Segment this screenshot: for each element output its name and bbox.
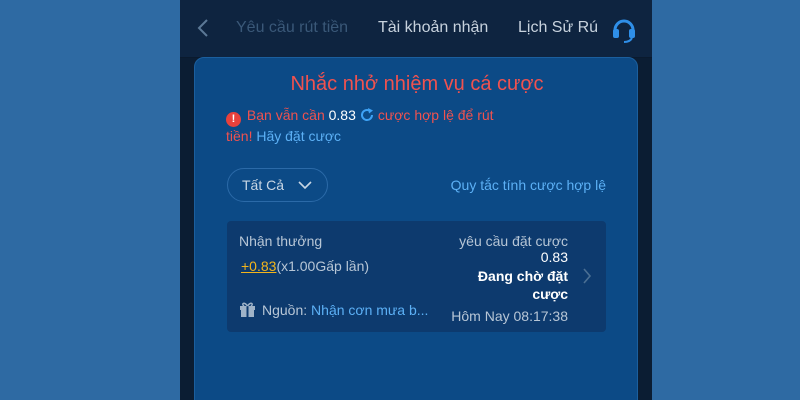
bet-requirement-value: 0.83 <box>540 249 568 265</box>
tab-receiving-account[interactable]: Tài khoản nhận <box>378 18 488 38</box>
record-timestamp: Hôm Nay 08:17:38 <box>451 308 568 324</box>
filter-dropdown[interactable]: Tất Cả <box>227 168 328 202</box>
reward-label: Nhận thưởng <box>239 233 323 249</box>
reward-multiplier: (x1.00Gấp lần) <box>276 258 370 274</box>
warning-prefix: Bạn vẫn cần <box>246 107 325 123</box>
source-value: Nhận cơn mưa b... <box>311 302 429 318</box>
status-badge: Đang chờ đặt cược <box>477 268 568 302</box>
tab-withdraw-request[interactable]: Yêu cầu rút tiền <box>236 18 348 38</box>
chevron-right-icon[interactable] <box>582 268 592 284</box>
valid-bet-rules-link[interactable]: Quy tắc tính cược hợp lệ <box>451 176 606 194</box>
place-bet-link[interactable]: Hãy đặt cược <box>256 128 341 144</box>
customer-support-icon[interactable] <box>610 14 638 44</box>
chevron-down-icon <box>298 181 312 190</box>
betting-task-reminder-dialog: Nhắc nhở nhiệm vụ cá cược ! Bạn vẫn cần … <box>194 57 638 400</box>
reward-amount: +0.83 <box>241 258 277 274</box>
refresh-icon[interactable] <box>359 107 375 123</box>
top-navigation: Yêu cầu rút tiền Tài khoản nhận Lịch Sử … <box>180 0 652 58</box>
filter-selected-value: Tất Cả <box>242 177 285 193</box>
back-arrow-icon[interactable] <box>194 17 212 39</box>
wagering-warning: ! Bạn vẫn cần 0.83 cược hợp lệ để rút ti… <box>226 106 516 145</box>
gift-icon <box>240 302 255 317</box>
reward-line: +0.83(x1.00Gấp lần) <box>241 257 369 275</box>
tab-history[interactable]: Lịch Sử Rú <box>518 18 598 38</box>
alert-icon: ! <box>226 112 241 127</box>
dialog-title: Nhắc nhở nhiệm vụ cá cược <box>290 73 544 95</box>
source-label: Nguồn: <box>262 302 308 318</box>
source-line: Nguồn: Nhận cơn mưa b... <box>239 301 428 319</box>
remaining-amount: 0.83 <box>328 107 356 123</box>
reward-record-card[interactable]: Nhận thưởng +0.83(x1.00Gấp lần) Nguồn: N… <box>227 221 606 332</box>
